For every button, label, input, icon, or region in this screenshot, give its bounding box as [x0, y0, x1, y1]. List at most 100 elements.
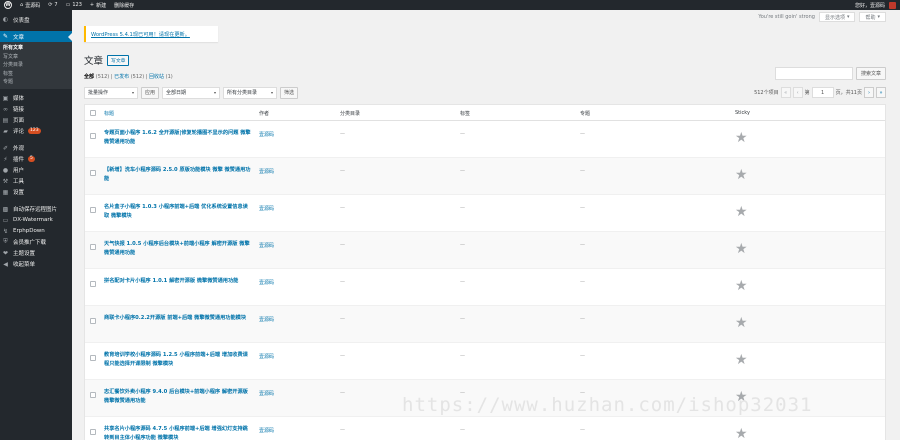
current-page-input[interactable]: 1 — [811, 87, 834, 98]
sticky-star-icon[interactable]: ★ — [735, 279, 748, 293]
menu-auto-save-images[interactable]: ▩ 自动保存远程图片 — [0, 204, 72, 215]
post-author-link[interactable]: 壹源码 — [259, 131, 274, 138]
row-checkbox[interactable] — [90, 429, 96, 435]
menu-tools[interactable]: ⚒ 工具 — [0, 176, 72, 187]
menu-dashboard[interactable]: ◐ 仪表盘 — [0, 14, 72, 25]
post-topics: — — [580, 427, 585, 433]
row-checkbox[interactable] — [90, 281, 96, 287]
menu-dx-watermark[interactable]: ▭ DX-Watermark — [0, 215, 72, 226]
menu-media[interactable]: ▣ 媒体 — [0, 93, 72, 104]
chevron-down-icon: ▾ — [214, 90, 217, 95]
post-title-link[interactable]: 志汇餐饮外卖小程序 9.4.0 后台模块+前端小程序 解密开源版 微擎微赞通用功… — [104, 388, 252, 405]
row-checkbox[interactable] — [90, 355, 96, 361]
table-header: 标题 作者 分类目录 标签 专题 Sticky — [85, 105, 885, 121]
submenu-tags[interactable]: 标签 — [0, 70, 72, 79]
wp-logo-menu[interactable]: W — [0, 0, 16, 10]
column-title[interactable]: 标题 — [104, 110, 114, 117]
submenu-all-posts[interactable]: 所有文章 — [0, 44, 72, 53]
menu-member-promo[interactable]: ⛨ 会员推广下载 — [0, 237, 72, 248]
help-button[interactable]: 帮助 ▾ — [859, 12, 886, 22]
row-checkbox[interactable] — [90, 392, 96, 398]
media-icon: ▣ — [2, 94, 9, 102]
column-categories: 分类目录 — [340, 111, 361, 117]
post-title-link[interactable]: 【新增】洗车小程序源码 2.5.0 原版功能模块 微擎 微赞通用功能 — [104, 166, 252, 183]
my-account-link[interactable]: 您好，壹源码 — [851, 0, 900, 10]
wp-version-link[interactable]: WordPress 5.4.1现已可用！ — [91, 31, 159, 38]
menu-posts[interactable]: ✎ 文章 — [0, 31, 72, 42]
sticky-star-icon[interactable]: ★ — [735, 131, 748, 145]
post-author-link[interactable]: 壹源码 — [259, 205, 274, 212]
post-author-link[interactable]: 壹源码 — [259, 390, 274, 397]
post-categories: — — [340, 205, 345, 211]
next-page-button[interactable]: › — [864, 87, 874, 98]
comments-link[interactable]: ▭ 123 — [62, 0, 86, 10]
last-page-button[interactable]: » — [876, 87, 886, 98]
avatar — [889, 1, 896, 9]
screen-options-button[interactable]: 显示选项 ▾ — [818, 12, 856, 22]
menu-erphpdown[interactable]: ↯ ErphpDown — [0, 226, 72, 237]
post-tags: — — [460, 168, 465, 174]
site-name-link[interactable]: ⌂ 壹源码 — [16, 0, 44, 10]
sticky-star-icon[interactable]: ★ — [735, 427, 748, 440]
row-checkbox[interactable] — [90, 133, 96, 139]
post-author-link[interactable]: 壹源码 — [259, 427, 274, 434]
clear-cache-link[interactable]: 删除缓存 — [110, 0, 138, 10]
add-new-post-button[interactable]: 写文章 — [107, 54, 130, 66]
menu-settings[interactable]: ▦ 设置 — [0, 187, 72, 198]
filter-button[interactable]: 筛选 — [280, 86, 299, 99]
post-author-link[interactable]: 壹源码 — [259, 279, 274, 286]
filter-published[interactable]: 已发布 (512) — [114, 74, 144, 80]
sticky-star-icon[interactable]: ★ — [735, 168, 748, 182]
menu-plugins[interactable]: ⚡ 插件 5 — [0, 154, 72, 165]
menu-collapse[interactable]: ◀ 收起菜单 — [0, 259, 72, 270]
update-now-link[interactable]: 请现在更新。 — [159, 31, 190, 38]
post-title-link[interactable]: 共享名片小程序源码 4.7.5 小程序前端+后端 增强幻灯支持跳转到目主体小程序… — [104, 425, 252, 440]
filter-all[interactable]: 全部 (512) — [84, 74, 109, 80]
post-author-link[interactable]: 壹源码 — [259, 168, 274, 175]
search-input[interactable] — [774, 67, 853, 80]
menu-comments[interactable]: ▰ 评论 123 — [0, 126, 72, 137]
post-author-link[interactable]: 壹源码 — [259, 353, 274, 360]
updates-link[interactable]: ⟳ 7 — [44, 0, 61, 10]
menu-users[interactable]: ● 用户 — [0, 165, 72, 176]
select-all-checkbox[interactable] — [90, 110, 96, 116]
menu-appearance[interactable]: ✐ 外观 — [0, 143, 72, 154]
comment-icon: ▭ — [65, 2, 71, 8]
date-filter-select[interactable]: 全部日期 ▾ — [162, 86, 221, 99]
post-title-link[interactable]: 专题页面小程序 1.6.2 全开源版|修复轮播图不显示的问题 微擎微赞通用功能 — [104, 129, 252, 146]
filter-trash[interactable]: 回收站 (1) — [149, 74, 173, 80]
menu-theme-settings[interactable]: ❤ 主题设置 — [0, 248, 72, 259]
sticky-star-icon[interactable]: ★ — [735, 205, 748, 219]
submenu-categories[interactable]: 分类目录 — [0, 61, 72, 70]
category-filter-select[interactable]: 所有分类目录 ▾ — [223, 86, 278, 99]
sticky-star-icon[interactable]: ★ — [735, 316, 748, 330]
apply-button[interactable]: 应用 — [141, 86, 160, 99]
new-content-link[interactable]: + 新建 — [86, 0, 110, 10]
row-checkbox[interactable] — [90, 170, 96, 176]
post-title-link[interactable]: 名片盒子小程序 1.0.3 小程序前端+后端 优化系统设置信息读取 微擎模块 — [104, 203, 252, 220]
post-title-link[interactable]: 拼名配对卡片小程序 1.0.1 解密开源版 微擎微赞通用功能 — [104, 277, 252, 286]
sticky-star-icon[interactable]: ★ — [735, 242, 748, 256]
table-body: 专题页面小程序 1.6.2 全开源版|修复轮播图不显示的问题 微擎微赞通用功能壹… — [85, 121, 885, 440]
post-topics: — — [580, 131, 585, 137]
row-checkbox[interactable] — [90, 207, 96, 213]
post-title-link[interactable]: 商联卡小程序0.2.2开源版 前端+后端 微擎微赞通用功能模块 — [104, 314, 252, 323]
watermark-icon: ▭ — [2, 216, 9, 224]
post-title-link[interactable]: 天气快报 1.0.5 小程序后台模块+前端小程序 解密开源版 微擎微赞通用功能 — [104, 240, 252, 257]
submenu-add-post[interactable]: 写文章 — [0, 53, 72, 62]
chevron-down-icon: ▾ — [846, 14, 850, 20]
bulk-action-select[interactable]: 批量操作 ▾ — [84, 86, 138, 99]
post-author-link[interactable]: 壹源码 — [259, 316, 274, 323]
menu-pages[interactable]: ▤ 页面 — [0, 115, 72, 126]
search-posts-button[interactable]: 搜索文章 — [855, 67, 886, 80]
sticky-star-icon[interactable]: ★ — [735, 353, 748, 367]
row-checkbox[interactable] — [90, 318, 96, 324]
post-tags: — — [460, 353, 465, 359]
post-categories: — — [340, 131, 345, 137]
table-row: 教育培训学校小程序源码 1.2.5 小程序前端+后端 增加收费课程只能选择开课限… — [85, 343, 885, 380]
row-checkbox[interactable] — [90, 244, 96, 250]
post-title-link[interactable]: 教育培训学校小程序源码 1.2.5 小程序前端+后端 增加收费课程只能选择开课限… — [104, 351, 252, 368]
submenu-topics[interactable]: 专题 — [0, 78, 72, 87]
menu-links[interactable]: ∞ 链接 — [0, 104, 72, 115]
post-author-link[interactable]: 壹源码 — [259, 242, 274, 249]
